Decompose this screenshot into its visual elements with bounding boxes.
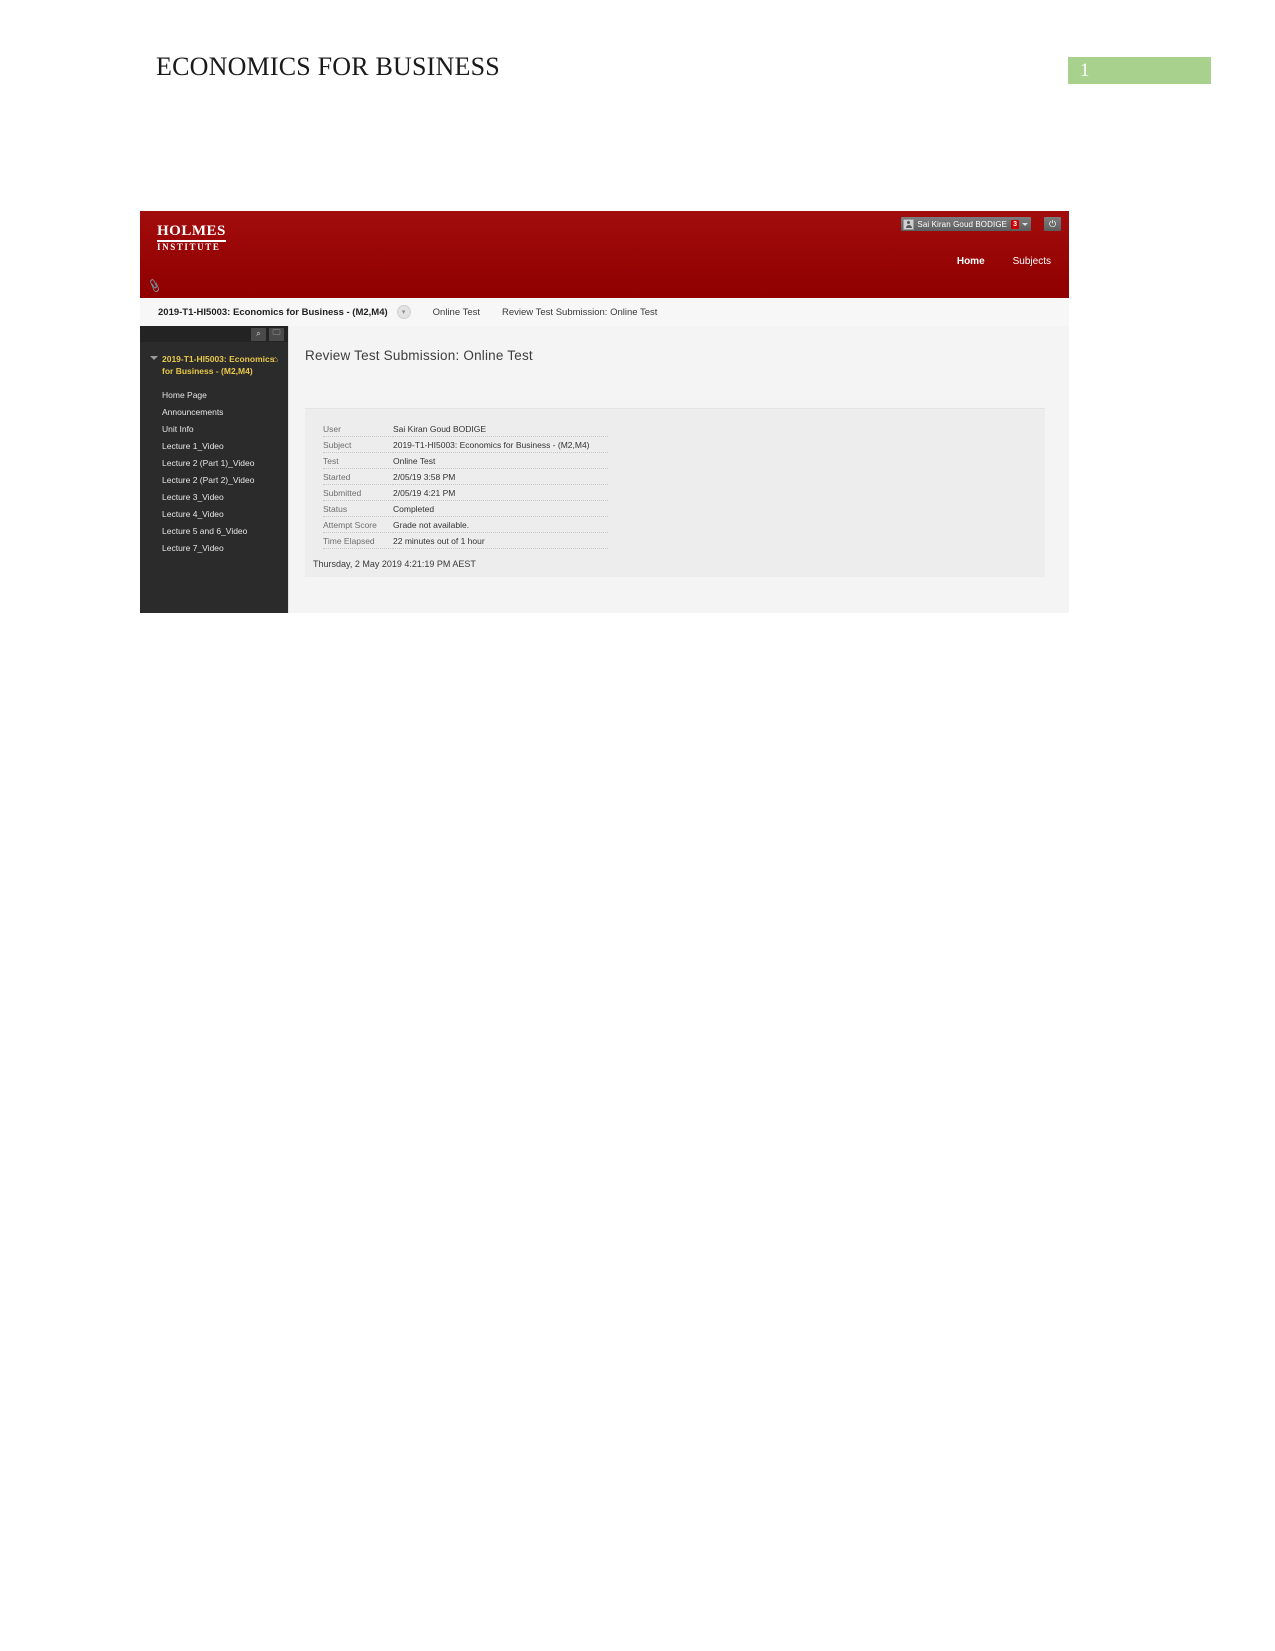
- sidebar-item-home-page[interactable]: Home Page: [140, 386, 288, 403]
- power-icon: ⏻: [1048, 218, 1057, 229]
- sidebar-item-lecture-1-video[interactable]: Lecture 1_Video: [140, 437, 288, 454]
- table-row: Status Completed: [323, 500, 608, 517]
- table-row: Submitted 2/05/19 4:21 PM: [323, 484, 608, 501]
- detail-value-user: Sai Kiran Goud BODIGE: [393, 421, 608, 437]
- lms-top-bar: HOLMES INSTITUTE Sai Kiran Goud BODIGE 3…: [140, 211, 1069, 298]
- user-menu[interactable]: Sai Kiran Goud BODIGE 3: [901, 217, 1031, 231]
- submission-detail-panel: User Sai Kiran Goud BODIGE Subject 2019-…: [305, 408, 1045, 577]
- page-number: 1: [1080, 60, 1090, 81]
- sidebar-item-lecture-7-video[interactable]: Lecture 7_Video: [140, 539, 288, 556]
- paperclip-icon: 📎: [146, 279, 162, 294]
- nav-item-home[interactable]: Home: [957, 256, 985, 267]
- detail-value-subject: 2019-T1-HI5003: Economics for Business -…: [393, 436, 608, 453]
- logo-secondary-text: INSTITUTE: [157, 242, 221, 252]
- table-row: Subject 2019-T1-HI5003: Economics for Bu…: [323, 436, 608, 453]
- logo-primary-text: HOLMES: [157, 224, 226, 242]
- sidebar-item-lecture-2-part-2-video[interactable]: Lecture 2 (Part 2)_Video: [140, 471, 288, 488]
- page-title: Review Test Submission: Online Test: [305, 348, 533, 363]
- notification-badge[interactable]: 3: [1011, 219, 1019, 229]
- detail-key-time-elapsed: Time Elapsed: [323, 532, 393, 549]
- sidebar-item-unit-info[interactable]: Unit Info: [140, 420, 288, 437]
- sidebar-menu: Home Page Announcements Unit Info Lectur…: [140, 386, 288, 556]
- folder-icon[interactable]: 🗀: [269, 327, 284, 341]
- sidebar-item-lecture-2-part-1-video[interactable]: Lecture 2 (Part 1)_Video: [140, 454, 288, 471]
- table-row: Time Elapsed 22 minutes out of 1 hour: [323, 532, 608, 549]
- table-row: User Sai Kiran Goud BODIGE: [323, 421, 608, 437]
- nav-item-subjects[interactable]: Subjects: [1013, 256, 1051, 267]
- home-icon[interactable]: ⌂: [273, 354, 278, 366]
- detail-key-subject: Subject: [323, 436, 393, 453]
- collapse-caret-icon[interactable]: [150, 356, 158, 360]
- detail-value-started: 2/05/19 3:58 PM: [393, 468, 608, 485]
- submission-timestamp: Thursday, 2 May 2019 4:21:19 PM AEST: [313, 559, 476, 569]
- detail-value-status: Completed: [393, 500, 608, 517]
- main-content: Review Test Submission: Online Test User…: [288, 326, 1069, 613]
- detail-key-started: Started: [323, 468, 393, 485]
- table-row: Attempt Score Grade not available.: [323, 516, 608, 533]
- chevron-down-icon: [1022, 222, 1028, 226]
- table-row: Test Online Test: [323, 452, 608, 469]
- sidebar-course-title[interactable]: 2019-T1-HI5003: Economics for Business -…: [150, 354, 278, 377]
- sidebar-toolbar: ⌕ 🗀: [140, 326, 288, 342]
- detail-key-attempt-score: Attempt Score: [323, 516, 393, 533]
- course-sidebar: ⌕ 🗀 2019-T1-HI5003: Economics for Busine…: [140, 326, 288, 613]
- logout-button[interactable]: ⏻: [1044, 217, 1061, 231]
- document-title: ECONOMICS FOR BUSINESS: [156, 52, 500, 81]
- table-row: Started 2/05/19 3:58 PM: [323, 468, 608, 485]
- avatar: [903, 218, 915, 230]
- breadcrumb-toggle-icon[interactable]: ▾: [396, 305, 411, 319]
- lms-screenshot: HOLMES INSTITUTE Sai Kiran Goud BODIGE 3…: [140, 211, 1069, 613]
- sidebar-item-lecture-3-video[interactable]: Lecture 3_Video: [140, 488, 288, 505]
- detail-key-test: Test: [323, 452, 393, 469]
- user-name-label: Sai Kiran Goud BODIGE: [917, 219, 1008, 229]
- detail-value-submitted: 2/05/19 4:21 PM: [393, 484, 608, 501]
- search-icon[interactable]: ⌕: [251, 327, 266, 341]
- sidebar-item-lecture-4-video[interactable]: Lecture 4_Video: [140, 505, 288, 522]
- sidebar-item-lecture-5-and-6-video[interactable]: Lecture 5 and 6_Video: [140, 522, 288, 539]
- detail-value-test: Online Test: [393, 452, 608, 469]
- top-navigation: Home Subjects: [957, 256, 1051, 267]
- breadcrumb-item-online-test[interactable]: Online Test: [433, 307, 480, 318]
- sidebar-item-announcements[interactable]: Announcements: [140, 403, 288, 420]
- detail-value-attempt-score: Grade not available.: [393, 516, 608, 533]
- breadcrumb-item-review-test-submission: Review Test Submission: Online Test: [502, 306, 658, 318]
- submission-detail-table: User Sai Kiran Goud BODIGE Subject 2019-…: [323, 421, 608, 549]
- detail-key-submitted: Submitted: [323, 484, 393, 501]
- breadcrumb-course[interactable]: 2019-T1-HI5003: Economics for Business -…: [158, 307, 388, 318]
- holmes-institute-logo: HOLMES INSTITUTE: [157, 224, 226, 252]
- breadcrumb: 2019-T1-HI5003: Economics for Business -…: [140, 298, 1069, 327]
- sidebar-course-title-label: 2019-T1-HI5003: Economics for Business -…: [162, 354, 275, 376]
- detail-value-time-elapsed: 22 minutes out of 1 hour: [393, 532, 608, 549]
- detail-key-user: User: [323, 421, 393, 437]
- detail-key-status: Status: [323, 500, 393, 517]
